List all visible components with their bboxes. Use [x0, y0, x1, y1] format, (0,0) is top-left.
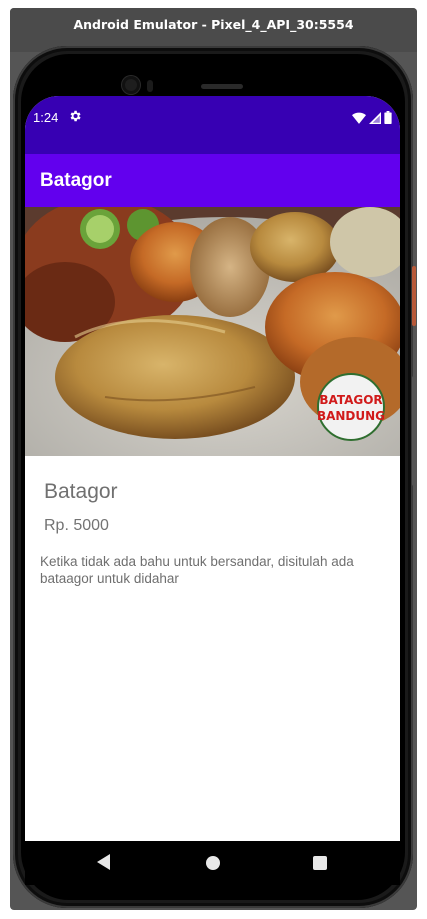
emulator-title: Android Emulator - Pixel_4_API_30:5554	[73, 17, 354, 32]
power-button[interactable]	[412, 266, 416, 326]
status-icons	[352, 111, 392, 129]
status-time: 1:24	[33, 110, 59, 125]
battery-icon	[384, 111, 392, 129]
page-title: Batagor	[40, 170, 112, 191]
food-detail: Batagor Rp. 5000 Ketika tidak ada bahu u…	[25, 456, 400, 841]
back-icon[interactable]	[97, 854, 110, 870]
volume-button[interactable]	[412, 376, 416, 486]
navigation-bar	[25, 841, 400, 885]
food-name: Batagor	[44, 480, 118, 503]
food-price: Rp. 5000	[44, 517, 109, 534]
food-description: Ketika tidak ada bahu untuk bersandar, d…	[40, 554, 354, 586]
food-image: BATAGOR BANDUNG	[25, 207, 400, 456]
sensor-icon	[147, 80, 153, 92]
speaker-grille	[201, 84, 243, 89]
status-bar: 1:24	[25, 96, 400, 154]
wifi-icon	[352, 111, 366, 129]
logo-text-line2: BANDUNG	[317, 409, 385, 423]
gear-icon	[68, 109, 82, 126]
signal-icon	[369, 111, 381, 129]
camera-icon	[122, 76, 140, 94]
home-icon[interactable]	[206, 856, 220, 870]
recent-apps-icon[interactable]	[313, 856, 327, 870]
batagor-photo: BATAGOR BANDUNG	[25, 207, 400, 456]
device-screen: 1:24 Batagor BATAGOR BANDUNG Batagor Rp.…	[25, 96, 400, 841]
app-bar: Batagor	[25, 154, 400, 207]
logo-text-line1: BATAGOR	[319, 393, 382, 407]
